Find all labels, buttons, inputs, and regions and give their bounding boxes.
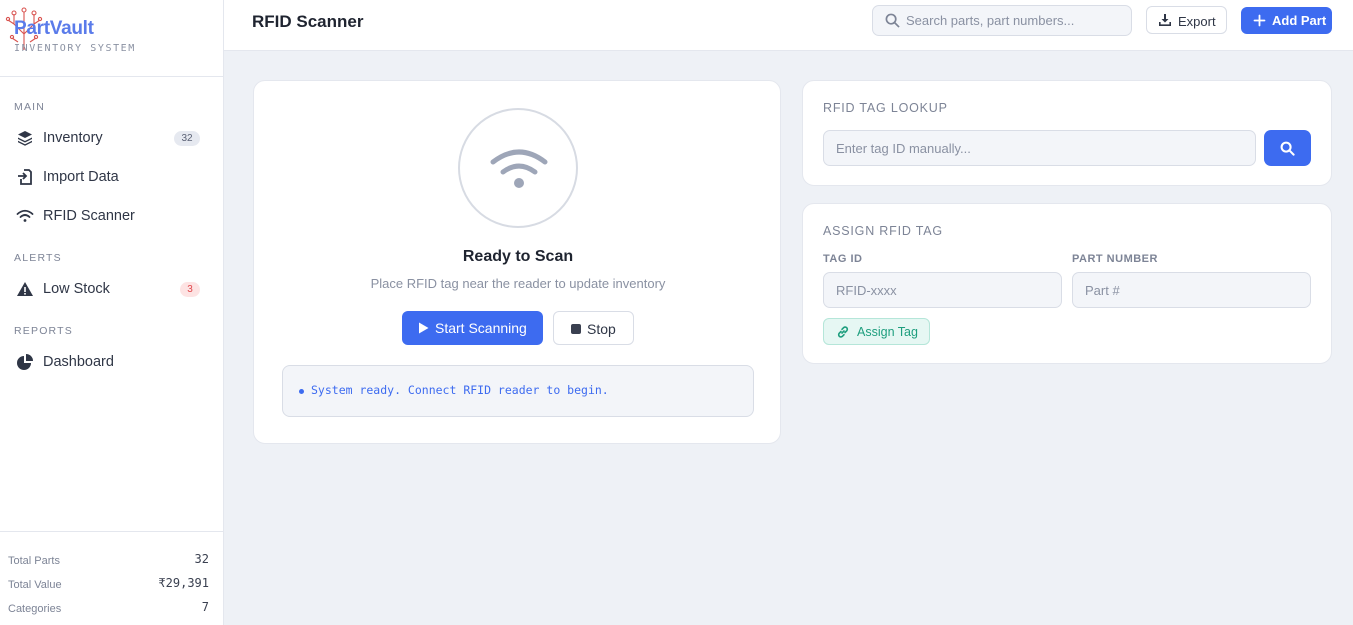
stop-button-label: Stop	[587, 321, 616, 337]
stat-value: 32	[194, 552, 209, 566]
search-icon	[1280, 141, 1295, 156]
lookup-search-button[interactable]	[1264, 130, 1311, 166]
section-label-main: MAIN	[14, 101, 46, 113]
rfid-lookup-card: RFID TAG LOOKUP	[802, 80, 1332, 186]
export-button[interactable]: Export	[1146, 6, 1227, 34]
brand: PartVault INVENTORY SYSTEM	[0, 0, 223, 77]
top-bar: RFID Scanner Export Add Part	[224, 0, 1353, 51]
scan-log: System ready. Connect RFID reader to beg…	[282, 365, 754, 417]
scan-status-subtitle: Place RFID tag near the reader to update…	[370, 276, 666, 291]
stat-label: Total Value	[8, 579, 62, 591]
download-icon	[1159, 14, 1171, 26]
sidebar: PartVault INVENTORY SYSTEM MAIN Inventor…	[0, 0, 224, 625]
wifi-signal-icon	[490, 149, 548, 188]
part-number-input[interactable]	[1072, 272, 1311, 308]
inventory-stats: Total Parts 32 Total Value ₹29,391 Categ…	[0, 531, 223, 625]
bullet-icon	[299, 389, 304, 394]
sidebar-item-dashboard[interactable]: Dashboard	[8, 345, 215, 379]
stat-total-parts: Total Parts 32	[8, 552, 209, 570]
assign-tag-button[interactable]: Assign Tag	[823, 318, 930, 345]
stat-label: Total Parts	[8, 555, 60, 567]
part-number-label: PART NUMBER	[1072, 253, 1158, 265]
wifi-icon	[16, 209, 34, 222]
low-stock-count-badge: 3	[180, 282, 200, 297]
tag-id-lookup-input[interactable]	[823, 130, 1256, 166]
start-scanning-button[interactable]: Start Scanning	[402, 311, 543, 345]
warning-icon	[17, 282, 33, 296]
layers-icon	[18, 131, 32, 146]
assign-rfid-card: ASSIGN RFID TAG TAG ID PART NUMBER Assig…	[802, 203, 1332, 364]
sidebar-item-low-stock[interactable]: Low Stock 3	[8, 272, 215, 306]
stop-icon	[571, 324, 581, 334]
sidebar-item-label: Low Stock	[43, 281, 110, 297]
section-label-reports: REPORTS	[14, 325, 73, 337]
stop-button[interactable]: Stop	[553, 311, 634, 345]
scanner-card: Ready to Scan Place RFID tag near the re…	[253, 80, 781, 444]
inventory-count-badge: 32	[174, 131, 200, 146]
assign-title: ASSIGN RFID TAG	[823, 224, 943, 238]
link-icon	[837, 326, 849, 338]
sidebar-item-label: Dashboard	[43, 354, 114, 370]
scan-status-title: Ready to Scan	[462, 248, 574, 265]
log-message: System ready. Connect RFID reader to beg…	[311, 383, 609, 397]
add-part-button-label: Add Part	[1272, 13, 1327, 28]
sidebar-item-rfid-scanner[interactable]: RFID Scanner	[8, 199, 215, 233]
sidebar-item-inventory[interactable]: Inventory 32	[8, 121, 215, 155]
sidebar-item-import-data[interactable]: Import Data	[8, 160, 215, 194]
tag-id-input[interactable]	[823, 272, 1062, 308]
assign-tag-label: Assign Tag	[857, 325, 918, 339]
stat-label: Categories	[8, 603, 62, 615]
start-scanning-label: Start Scanning	[435, 320, 527, 336]
sidebar-item-label: RFID Scanner	[43, 208, 135, 224]
sidebar-item-label: Import Data	[43, 169, 119, 185]
plus-icon	[1253, 14, 1266, 27]
pie-chart-icon	[17, 354, 33, 370]
stat-categories: Categories 7	[8, 600, 209, 618]
import-icon	[18, 169, 32, 185]
scanner-status-circle	[458, 108, 578, 228]
sidebar-item-label: Inventory	[43, 130, 103, 146]
export-button-label: Export	[1178, 14, 1216, 29]
stat-value: ₹29,391	[158, 576, 209, 590]
search-icon	[885, 13, 900, 28]
brand-subtitle: INVENTORY SYSTEM	[14, 43, 136, 54]
brand-name: PartVault	[14, 18, 94, 39]
tag-id-label: TAG ID	[823, 253, 863, 265]
section-label-alerts: ALERTS	[14, 252, 62, 264]
stat-value: 7	[201, 600, 209, 614]
search-box[interactable]	[872, 5, 1132, 36]
search-input[interactable]	[906, 6, 1126, 35]
add-part-button[interactable]: Add Part	[1241, 7, 1332, 34]
play-icon	[419, 322, 429, 334]
lookup-title: RFID TAG LOOKUP	[823, 101, 948, 115]
page-title: RFID Scanner	[252, 12, 364, 31]
stat-total-value: Total Value ₹29,391	[8, 576, 209, 594]
